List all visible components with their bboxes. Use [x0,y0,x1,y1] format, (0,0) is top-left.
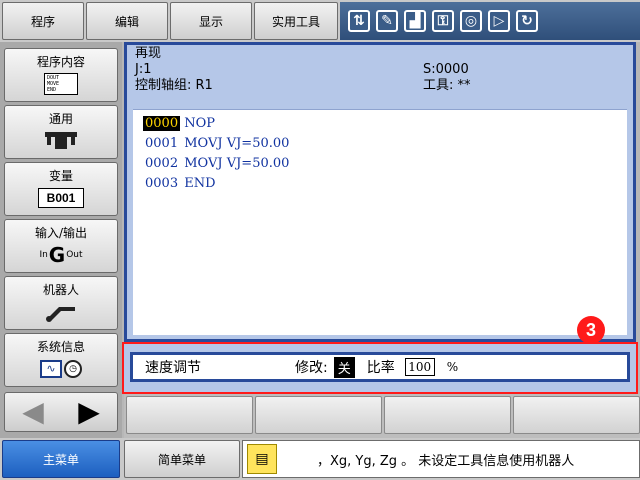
side-program-content-label: 程序内容 [36,55,85,69]
message-document-icon: ▤ [247,444,277,474]
main-menu-button[interactable]: 主菜单 [2,440,120,478]
side-general-button[interactable]: 通用 [4,105,118,159]
security-key-icon: ⚿ [432,10,454,32]
program-line[interactable]: 0002 MOVJ VJ=50.00 [143,154,617,174]
side-general-label: 通用 [48,112,73,126]
function-key-2[interactable] [255,396,382,434]
bottom-bar: 主菜单 简单菜单 ▤ ，Xg, Yg, Zg 。 未设定工具信息使用机器人 [0,438,640,480]
playback-window: 再现 J:1 S:0000 控制轴组: R1 工具: ** 0000 NOP 0… [124,42,636,342]
message-area[interactable]: ▤ ，Xg, Yg, Zg 。 未设定工具信息使用机器人 [242,440,640,478]
side-program-content-button[interactable]: 程序内容 DOUT MOVE END [4,48,118,102]
side-io-label: 输入/输出 [34,226,88,240]
line-instruction: MOVJ VJ=50.00 [180,156,290,171]
step-number: S:0000 [423,62,469,77]
line-instruction: END [180,176,216,191]
program-list[interactable]: 0000 NOP 0001 MOVJ VJ=50.00 0002 MOVJ VJ… [133,109,627,335]
menu-edit-button[interactable]: 编辑 [86,2,168,40]
simple-menu-button[interactable]: 简单菜单 [124,440,240,478]
control-group: 控制轴组: R1 [135,78,213,93]
function-key-row [124,394,640,438]
function-key-3[interactable] [384,396,511,434]
line-number: 0003 [145,176,179,191]
page-title: 再现 [135,46,162,61]
side-system-info-label: 系统信息 [36,340,85,354]
menu-display-button[interactable]: 显示 [170,2,252,40]
line-number: 0001 [145,136,179,151]
line-number: 0002 [145,156,179,171]
line-instruction: MOVJ VJ=50.00 [180,136,290,151]
function-key-1[interactable] [126,396,253,434]
line-instruction: NOP [180,116,216,131]
side-robot-label: 机器人 [42,283,79,297]
side-io-button[interactable]: 输入/输出 In G Out [4,219,118,273]
cycle-icon: ↻ [516,10,538,32]
job-header: 再现 J:1 S:0000 控制轴组: R1 工具: ** [127,45,633,94]
percent-unit: % [446,360,459,374]
edit-mode-icon: ✎ [376,10,398,32]
status-icon-strip: ⇅ ✎ ▟ ⚿ ◎ ▷ ↻ [340,2,640,40]
side-system-info-button[interactable]: 系统信息 ∿ ◷ [4,333,118,387]
program-content-icon: DOUT MOVE END [44,73,78,95]
top-menu-bar: 程序 编辑 显示 实用工具 ⇅ ✎ ▟ ⚿ ◎ ▷ ↻ [0,0,640,42]
clock-icon: ◷ [64,360,82,378]
side-robot-button[interactable]: 机器人 [4,276,118,330]
ratio-label: 比率 [366,360,395,376]
message-text: ，Xg, Yg, Zg 。 未设定工具信息使用机器人 [317,453,575,469]
ratio-input[interactable]: 100 [404,358,435,376]
side-variable-button[interactable]: 变量 B001 [4,162,118,216]
speed-adjust-title: 速度调节 [145,360,201,376]
side-variable-label: 变量 [48,169,73,183]
menu-program-button[interactable]: 程序 [2,2,84,40]
modify-label: 修改: [295,360,328,376]
program-line[interactable]: 0003 END [143,174,617,194]
job-name: J:1 [135,62,152,77]
arrow-left-icon[interactable]: ◀ [22,398,44,426]
servo-status-icon: ◎ [460,10,482,32]
general-tool-icon [45,132,77,149]
annotation-marker: 3 [577,316,605,344]
menu-utility-button[interactable]: 实用工具 [254,2,338,40]
line-number-cursor: 0000 [143,116,181,131]
side-menu: 程序内容 DOUT MOVE END 通用 变量 B001 输入/输出 In G… [0,42,122,438]
speed-adjust-highlight: 速度调节 修改: 关 比率 100 % [122,342,638,394]
page-arrows: ◀ ▶ [4,392,118,432]
coordinate-icon: ⇅ [348,10,370,32]
modify-toggle[interactable]: 关 [333,356,355,378]
waveform-icon: ∿ [40,360,62,378]
arrow-right-icon[interactable]: ▶ [78,398,100,426]
speed-level-icon: ▟ [404,10,426,32]
io-icon: In G Out [39,243,83,267]
speed-adjust-panel: 速度调节 修改: 关 比率 100 % [130,352,630,382]
variable-icon: B001 [38,188,84,208]
robot-arm-icon [46,307,75,322]
function-key-4[interactable] [513,396,640,434]
program-line[interactable]: 0001 MOVJ VJ=50.00 [143,134,617,154]
play-mode-icon: ▷ [488,10,510,32]
program-line[interactable]: 0000 NOP [143,114,617,134]
tool-number: 工具: ** [423,78,471,93]
